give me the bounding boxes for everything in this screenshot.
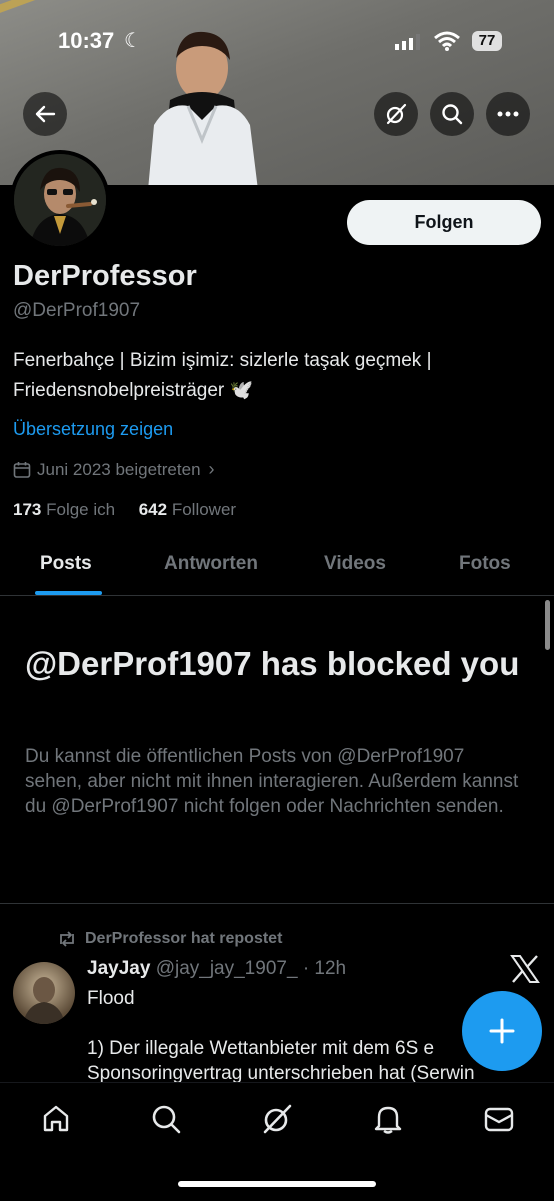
follow-stats: 173 Folge ich 642 Follower (13, 500, 236, 520)
tweet-author-handle[interactable]: @jay_jay_1907_ (156, 958, 298, 979)
home-indicator[interactable] (178, 1181, 376, 1187)
tweet-author-avatar-image (23, 977, 65, 1024)
tab-posts[interactable]: Posts (40, 553, 92, 575)
repost-indicator: DerProfessor hat repostet (57, 930, 282, 948)
search-icon[interactable] (150, 1103, 182, 1135)
profile-bio: Fenerbahçe | Bizim işimiz: sizlerle taşa… (13, 346, 533, 406)
bio-line-1: Fenerbahçe | Bizim işimiz: sizlerle taşa… (13, 350, 432, 371)
banner-road-marking (0, 0, 98, 19)
tab-replies[interactable]: Antworten (164, 553, 258, 575)
translate-bio-link[interactable]: Übersetzung zeigen (13, 419, 173, 440)
chevron-right-icon: › (208, 459, 215, 479)
profile-handle: @DerProf1907 (13, 300, 141, 321)
grok-button[interactable] (374, 92, 418, 136)
more-button[interactable] (486, 92, 530, 136)
x-logo-icon (510, 955, 540, 983)
messages-icon[interactable] (483, 1103, 515, 1135)
active-tab-indicator (35, 591, 102, 595)
followers-stat[interactable]: 642 Follower (139, 500, 236, 519)
joined-date[interactable]: Juni 2023 beigetreten › (13, 459, 215, 480)
back-button[interactable] (23, 92, 67, 136)
grok-icon (386, 103, 407, 125)
profile-avatar-image (14, 154, 106, 246)
follow-button[interactable]: Folgen (347, 200, 541, 245)
profile-name: DerProfessor (13, 260, 197, 292)
blocked-description: Du kannst die öffentlichen Posts von @De… (25, 746, 519, 817)
followers-count: 642 (138, 500, 168, 519)
joined-label: Juni 2023 beigetreten (37, 459, 201, 479)
cellular-signal-icon (395, 34, 420, 50)
calendar-icon (13, 461, 31, 478)
following-stat[interactable]: 173 Folge ich (13, 500, 115, 519)
home-icon[interactable] (40, 1103, 72, 1135)
tweet-author-avatar[interactable] (13, 962, 75, 1024)
tweet-time: · 12h (302, 958, 347, 979)
back-arrow-icon (35, 105, 56, 123)
following-label: Folge ich (46, 500, 116, 519)
divider (0, 903, 554, 904)
grok-icon[interactable] (261, 1103, 293, 1135)
blocked-title: @DerProf1907 has blocked you (25, 645, 520, 682)
wifi-icon (434, 31, 460, 51)
compose-button[interactable] (462, 991, 542, 1071)
search-icon (442, 104, 463, 125)
profile-avatar[interactable] (10, 150, 110, 250)
focus-moon-icon: ☾ (124, 30, 142, 52)
battery-indicator: 77 (472, 31, 502, 51)
repost-label: DerProfessor hat repostet (85, 930, 283, 947)
profile-tabs: Posts Antworten Videos Fotos (0, 540, 554, 596)
tweet-header: JayJay @jay_jay_1907_ · 12h (87, 958, 346, 980)
more-icon (497, 111, 519, 117)
status-time: 10:37 (58, 28, 115, 53)
search-button[interactable] (430, 92, 474, 136)
tweet-author-name[interactable]: JayJay (87, 958, 150, 979)
repost-icon (60, 931, 74, 947)
bio-line-2: Friedensnobelpreisträger 🕊️ (13, 380, 254, 401)
status-bar: 10:37 ☾ 77 (0, 20, 554, 64)
plus-icon (489, 1018, 515, 1044)
scrollbar[interactable] (545, 600, 550, 650)
tab-photos[interactable]: Fotos (459, 553, 511, 575)
following-count: 173 (13, 500, 42, 519)
notifications-icon[interactable] (372, 1103, 404, 1135)
followers-label: Follower (171, 500, 237, 519)
tab-videos[interactable]: Videos (324, 553, 386, 575)
